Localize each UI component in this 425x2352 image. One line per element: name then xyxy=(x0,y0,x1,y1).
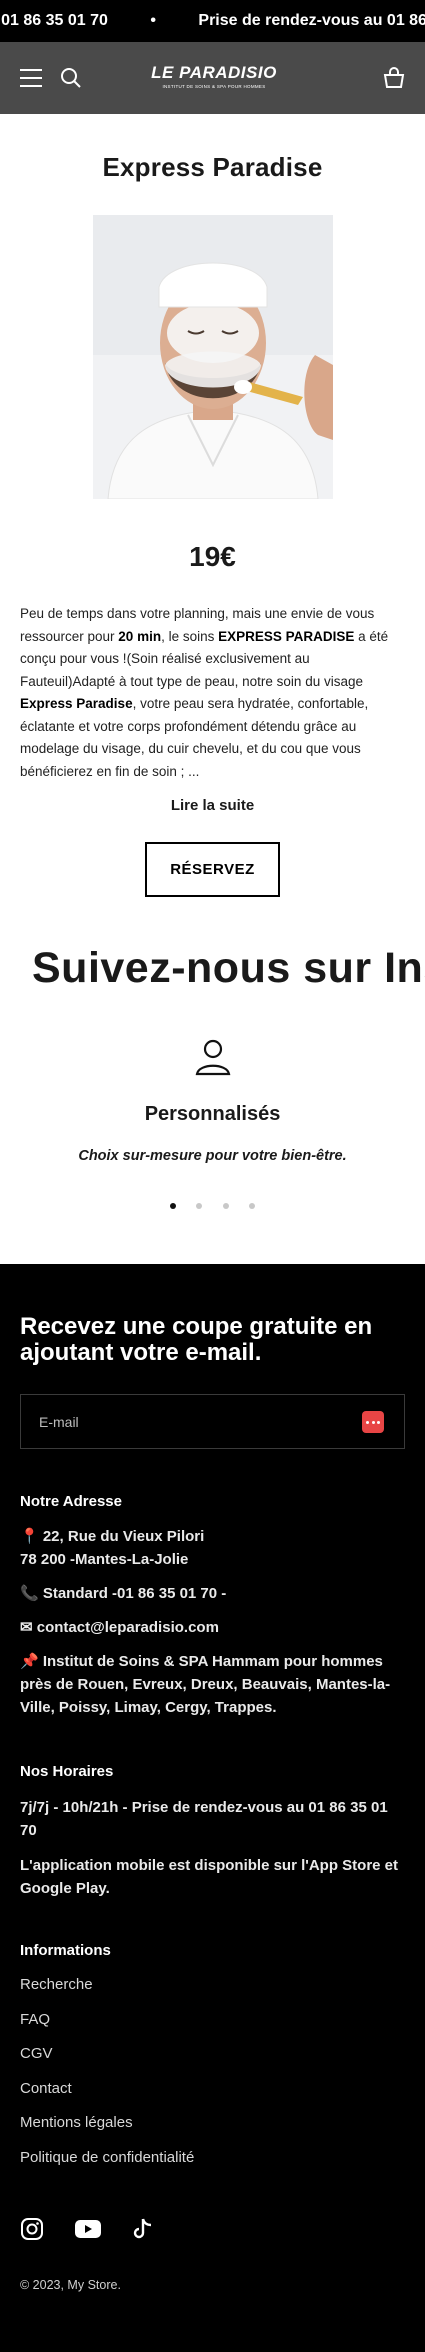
tiktok-icon[interactable] xyxy=(132,2217,154,2246)
carousel-dots xyxy=(0,1196,425,1214)
address-city: 78 200 -Mantes-La-Jolie xyxy=(20,1551,189,1568)
announcement-bar: au 01 86 35 01 70 • Prise de rendez-vous… xyxy=(0,0,425,42)
footer-link-cgv[interactable]: CGV xyxy=(20,2037,405,2072)
announcement-separator: • xyxy=(150,12,156,29)
autofill-icon[interactable] xyxy=(362,1411,384,1433)
email-field[interactable] xyxy=(21,1395,404,1448)
address-heading: Notre Adresse xyxy=(20,1493,122,1510)
carousel-dot[interactable] xyxy=(196,1203,203,1209)
description-emphasis: EXPRESS PARADISE xyxy=(218,628,355,644)
info-heading: Informations xyxy=(20,1942,111,1959)
footer-link-contact[interactable]: Contact xyxy=(20,2072,405,2107)
feature-carousel: Personnalisés Choix sur-mesure pour votr… xyxy=(0,1037,425,1214)
footer-link-legal[interactable]: Mentions légales xyxy=(20,2106,405,2141)
product-description: Peu de temps dans votre planning, mais u… xyxy=(0,603,425,783)
logo-tagline: INSTITUT DE SOINS & SPA POUR HOMMES xyxy=(162,84,266,89)
app-availability: L'application mobile est disponible sur … xyxy=(20,1857,399,1897)
announcement-text: au 01 86 35 01 70 xyxy=(0,12,108,29)
feature-title: Personnalisés xyxy=(144,1103,281,1125)
feature-text: Choix sur-mesure pour votre bien-être. xyxy=(78,1148,347,1164)
site-header: LE PARADISIO INSTITUT DE SOINS & SPA POU… xyxy=(0,42,425,114)
search-icon[interactable] xyxy=(60,67,82,89)
footer-link-search[interactable]: Recherche xyxy=(20,1968,405,2003)
footer-link-privacy[interactable]: Politique de confidentialité xyxy=(20,2141,405,2176)
reserve-button[interactable]: RÉSERVEZ xyxy=(145,842,280,897)
social-links xyxy=(20,2217,405,2246)
address-street: 📍 22, Rue du Vieux Pilori xyxy=(20,1528,205,1545)
logo-wordmark: LE PARADISIO xyxy=(151,63,277,82)
instagram-heading: Suivez-nous sur Instagram xyxy=(32,944,425,992)
user-icon xyxy=(195,1039,230,1076)
product-price: 19€ xyxy=(189,541,236,572)
info-links: Recherche FAQ CGV Contact Mentions légal… xyxy=(20,1968,405,2175)
copyright-text: © 2023, My Store. xyxy=(20,2278,121,2292)
product-image xyxy=(92,215,333,499)
menu-icon[interactable] xyxy=(20,69,42,87)
address-note: 📌 Institut de Soins & SPA Hammam pour ho… xyxy=(20,1653,391,1716)
carousel-dot[interactable] xyxy=(249,1203,256,1209)
cart-icon[interactable] xyxy=(383,67,405,89)
description-text: , le soins xyxy=(161,628,219,644)
address-email[interactable]: ✉ contact@leparadisio.com xyxy=(20,1616,405,1639)
hours-line: 7j/7j - 10h/21h - Prise de rendez-vous a… xyxy=(20,1799,388,1839)
product-section: Express Paradise 19€ Peu de temps dans v… xyxy=(0,152,425,897)
footer-link-faq[interactable]: FAQ xyxy=(20,2003,405,2038)
hours-heading: Nos Horaires xyxy=(20,1763,114,1780)
email-field-wrapper xyxy=(20,1394,405,1449)
youtube-icon[interactable] xyxy=(74,2217,102,2246)
description-emphasis: Express Paradise xyxy=(20,696,133,711)
product-title: Express Paradise xyxy=(102,152,323,182)
carousel-dot[interactable] xyxy=(169,1203,176,1209)
carousel-dot[interactable] xyxy=(222,1203,229,1209)
instagram-icon[interactable] xyxy=(20,2217,44,2246)
site-footer: Recevez une coupe gratuite en ajoutant v… xyxy=(0,1264,425,2352)
description-emphasis: 20 min xyxy=(118,628,162,644)
announcement-text: Prise de rendez-vous au 01 86 35 01 70 xyxy=(198,12,425,29)
read-more-link[interactable]: Lire la suite xyxy=(0,797,425,814)
newsletter-title: Recevez une coupe gratuite en ajoutant v… xyxy=(20,1313,373,1366)
site-logo[interactable]: LE PARADISIO INSTITUT DE SOINS & SPA POU… xyxy=(150,63,278,89)
address-phone[interactable]: 📞 Standard -01 86 35 01 70 - xyxy=(20,1582,405,1605)
